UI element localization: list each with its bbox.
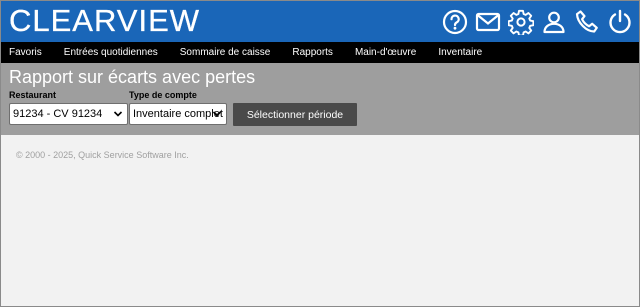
nav-item-entrees-quotidiennes[interactable]: Entrées quotidiennes: [64, 42, 158, 63]
nav-item-inventaire[interactable]: Inventaire: [438, 42, 482, 63]
top-bar: CLEARVIEW: [1, 1, 639, 42]
gear-icon[interactable]: [507, 8, 534, 35]
account-type-label: Type de compte: [129, 90, 197, 100]
restaurant-label: Restaurant: [9, 90, 57, 100]
nav-item-main-d-oeuvre[interactable]: Main-d'œuvre: [355, 42, 416, 63]
main-nav: Favoris Entrées quotidiennes Sommaire de…: [1, 42, 639, 63]
app-window: CLEARVIEW Favoris Entrées quotidiennes S…: [0, 0, 640, 307]
copyright-text: © 2000 - 2025, Quick Service Software In…: [16, 150, 189, 160]
restaurant-field: Restaurant 91234 - CV 91234: [9, 90, 128, 125]
phone-icon[interactable]: [573, 8, 600, 35]
clearview-logo[interactable]: CLEARVIEW: [9, 3, 200, 38]
nav-item-rapports[interactable]: Rapports: [292, 42, 333, 63]
report-filter-panel: Rapport sur écarts avec pertes Restauran…: [1, 63, 639, 135]
chevron-down-icon: [113, 111, 123, 117]
chevron-down-icon: [212, 111, 222, 117]
nav-item-favoris[interactable]: Favoris: [9, 42, 42, 63]
top-icon-group: [441, 8, 633, 35]
user-icon[interactable]: [540, 8, 567, 35]
restaurant-select-value: 91234 - CV 91234: [13, 108, 103, 120]
select-period-button[interactable]: Sélectionner période: [233, 103, 357, 126]
help-icon[interactable]: [441, 8, 468, 35]
power-icon[interactable]: [606, 8, 633, 35]
nav-item-sommaire-de-caisse[interactable]: Sommaire de caisse: [180, 42, 271, 63]
restaurant-select[interactable]: 91234 - CV 91234: [9, 103, 128, 125]
mail-icon[interactable]: [474, 8, 501, 35]
account-type-select-value: Inventaire complet: [133, 108, 223, 120]
account-type-select[interactable]: Inventaire complet: [129, 103, 227, 125]
page-title: Rapport sur écarts avec pertes: [9, 67, 256, 87]
account-type-field: Type de compte Inventaire complet: [129, 90, 227, 125]
